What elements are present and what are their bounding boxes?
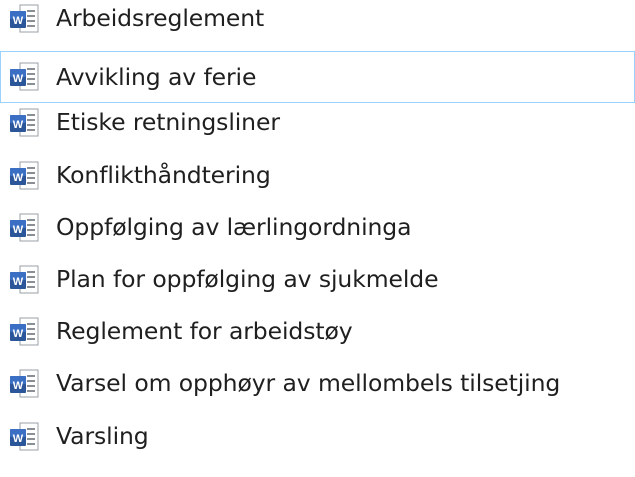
file-list-item[interactable]: W Varsel om opphøyr av mellombels tilset… [0, 363, 635, 403]
svg-text:W: W [13, 433, 24, 445]
word-document-icon: W [10, 161, 39, 190]
word-document-icon: W [10, 422, 39, 451]
svg-text:W: W [13, 380, 24, 392]
word-document-icon: W [10, 369, 39, 398]
svg-text:W: W [13, 15, 24, 27]
word-document-icon: W [10, 108, 39, 137]
svg-text:W: W [13, 172, 24, 184]
word-document-icon: W [10, 265, 39, 294]
file-name-label: Konflikthåndtering [56, 160, 271, 189]
file-name-label: Reglement for arbeidstøy [56, 317, 353, 346]
word-document-icon: W [10, 4, 39, 33]
file-list-item[interactable]: W Reglement for arbeidstøy [0, 311, 635, 351]
svg-text:W: W [13, 224, 24, 236]
file-list-item[interactable]: W Arbeidsreglement [0, 0, 635, 38]
file-name-label: Plan for oppfølging av sjukmelde [56, 265, 439, 293]
word-document-icon: W [10, 213, 39, 242]
word-document-icon: W [10, 317, 39, 346]
file-list-item[interactable]: W Avvikling av ferie [0, 51, 635, 103]
file-name-label: Oppfølging av lærlingordninga [56, 212, 412, 241]
file-name-label: Etiske retningsliner [56, 108, 280, 137]
file-name-label: Varsel om opphøyr av mellombels tilsetji… [56, 369, 561, 398]
file-list-item[interactable]: W Konflikthåndtering [0, 155, 635, 195]
file-name-label: Avvikling av ferie [56, 63, 257, 91]
svg-text:W: W [13, 73, 24, 85]
file-list-item[interactable]: W Etiske retningsliner [0, 102, 635, 142]
file-name-label: Arbeidsreglement [56, 4, 265, 32]
word-document-icon: W [10, 62, 39, 91]
file-list-item[interactable]: W Oppfølging av lærlingordninga [0, 207, 635, 247]
svg-text:W: W [13, 328, 24, 340]
svg-text:W: W [13, 119, 24, 131]
file-name-label: Varsling [56, 421, 149, 450]
svg-text:W: W [13, 276, 24, 288]
file-list-item[interactable]: W Varsling [0, 416, 635, 456]
file-list-item[interactable]: W Plan for oppfølging av sjukmelde [0, 259, 635, 299]
